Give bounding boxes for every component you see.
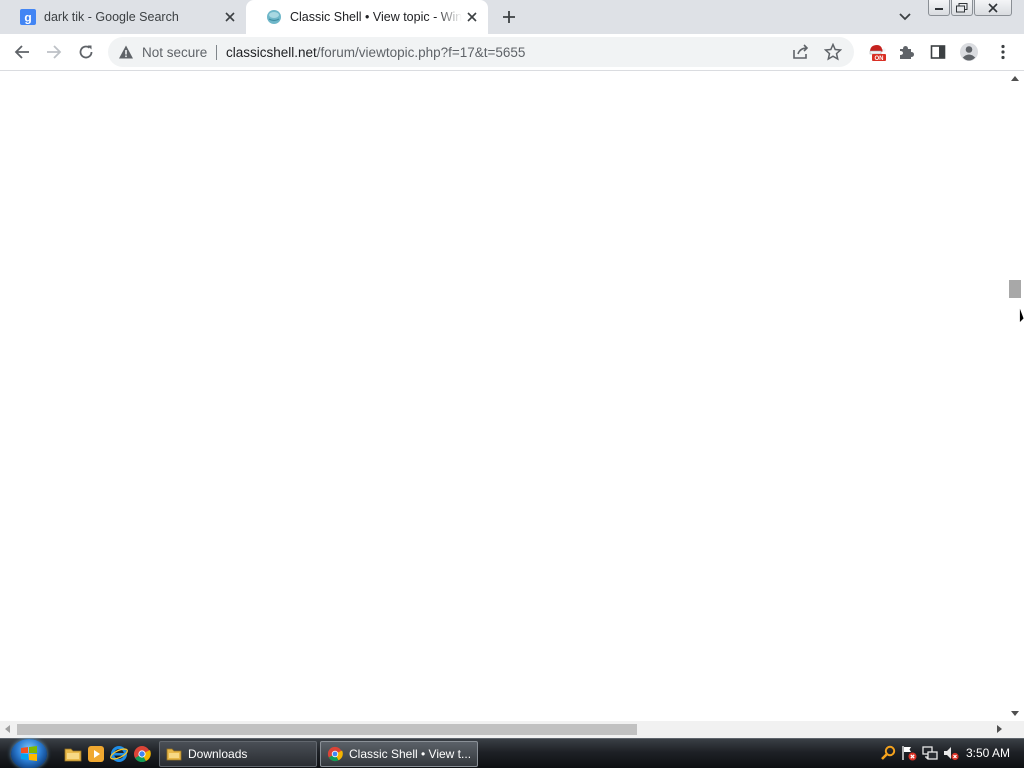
close-tab-icon[interactable]: [464, 9, 480, 25]
forward-button[interactable]: [44, 42, 64, 62]
address-bar[interactable]: Not secure classicshell.net/forum/viewto…: [108, 37, 854, 67]
scroll-down-arrow[interactable]: [1011, 711, 1019, 716]
extension-badge: ON: [875, 56, 884, 62]
media-player-icon: [88, 746, 104, 762]
flag-error-icon: [902, 746, 917, 761]
new-tab-button[interactable]: [499, 7, 519, 27]
scroll-right-arrow[interactable]: [997, 725, 1002, 733]
side-panel-button[interactable]: [928, 42, 948, 62]
vertical-scrollbar[interactable]: [1007, 72, 1024, 722]
quicklaunch-internet-explorer[interactable]: [110, 745, 128, 763]
share-icon[interactable]: [792, 44, 810, 60]
tab-strip: g dark tik - Google Search Classic Shell…: [0, 0, 1024, 34]
bookmark-star-icon[interactable]: [824, 43, 842, 61]
network-icon: [922, 746, 938, 760]
minimize-button[interactable]: [928, 0, 950, 16]
extensions-menu-button[interactable]: [896, 42, 916, 62]
tab-search-button[interactable]: [896, 9, 914, 25]
taskbar-item-label: Classic Shell • View t...: [349, 747, 472, 761]
tray-action-center[interactable]: [901, 745, 917, 761]
restore-icon: [956, 2, 968, 12]
tab-title: dark tik - Google Search: [44, 10, 179, 24]
globe-icon: [266, 9, 282, 25]
vertical-scroll-thumb[interactable]: [1009, 280, 1021, 298]
quicklaunch-media-player[interactable]: [87, 745, 105, 763]
folder-icon: [166, 746, 182, 762]
minimize-icon: [935, 7, 943, 10]
tab-title: Classic Shell • View topic - Windows: [290, 10, 462, 24]
horizontal-scrollbar[interactable]: [0, 721, 1007, 738]
url-host: classicshell.net: [226, 45, 317, 60]
volume-muted-icon: [944, 747, 959, 761]
taskbar-item-downloads[interactable]: Downloads: [159, 741, 317, 767]
kebab-menu-icon: [1001, 44, 1005, 60]
tray-volume[interactable]: [943, 745, 959, 761]
start-button[interactable]: [8, 738, 50, 768]
close-tab-icon[interactable]: [222, 9, 238, 25]
svg-text:g: g: [24, 11, 31, 25]
tab-google-search[interactable]: g dark tik - Google Search: [0, 0, 246, 34]
scroll-up-arrow[interactable]: [1011, 76, 1019, 81]
window-controls: [928, 0, 1013, 18]
arrow-right-icon: [47, 45, 62, 59]
side-panel-icon: [930, 45, 946, 59]
chrome-menu-button[interactable]: [993, 42, 1013, 62]
scrollbar-corner: [1007, 721, 1024, 738]
google-g-icon: g: [20, 9, 36, 25]
scroll-left-arrow[interactable]: [5, 725, 10, 733]
search-icon: [881, 745, 896, 760]
address-divider: [216, 45, 217, 60]
windows-taskbar: Downloads Classic Shell • View t... 3:50…: [0, 738, 1024, 768]
close-icon: [988, 2, 998, 13]
quicklaunch-explorer[interactable]: [64, 745, 82, 763]
url-path: /forum/viewtopic.php?f=17&t=5655: [316, 45, 526, 60]
tray-search[interactable]: [880, 745, 896, 761]
restore-button[interactable]: [951, 0, 973, 16]
horizontal-scroll-thumb[interactable]: [17, 724, 637, 735]
reload-icon: [79, 45, 93, 59]
page-content[interactable]: [0, 72, 1007, 722]
url-text[interactable]: classicshell.net/forum/viewtopic.php?f=1…: [226, 45, 525, 60]
browser-toolbar: Not secure classicshell.net/forum/viewto…: [0, 34, 1024, 71]
chevron-down-icon: [899, 13, 911, 21]
windows-logo-icon: [11, 738, 47, 768]
tab-classic-shell[interactable]: Classic Shell • View topic - Windows: [246, 0, 488, 34]
taskbar-item-label: Downloads: [188, 747, 248, 761]
back-button[interactable]: [12, 42, 32, 62]
quicklaunch-chrome[interactable]: [133, 745, 151, 763]
mouse-cursor-icon: [1019, 306, 1024, 324]
internet-explorer-icon: [110, 746, 128, 762]
folder-icon: [64, 748, 82, 762]
avatar-icon: [960, 43, 978, 61]
taskbar-item-chrome[interactable]: Classic Shell • View t...: [320, 741, 478, 767]
arrow-left-icon: [14, 45, 29, 59]
security-label[interactable]: Not secure: [142, 45, 207, 60]
profile-button[interactable]: [959, 42, 979, 62]
puzzle-icon: [900, 46, 914, 59]
chrome-icon: [134, 746, 151, 763]
plus-icon: [503, 11, 515, 23]
chrome-icon: [327, 746, 343, 762]
extension-button[interactable]: ON: [867, 42, 887, 62]
close-window-button[interactable]: [974, 0, 1012, 16]
warning-icon[interactable]: [118, 44, 134, 60]
tray-network[interactable]: [922, 745, 938, 761]
extension-hat-icon: ON: [869, 45, 886, 62]
system-clock[interactable]: 3:50 AM: [966, 746, 1010, 760]
reload-button[interactable]: [76, 42, 96, 62]
